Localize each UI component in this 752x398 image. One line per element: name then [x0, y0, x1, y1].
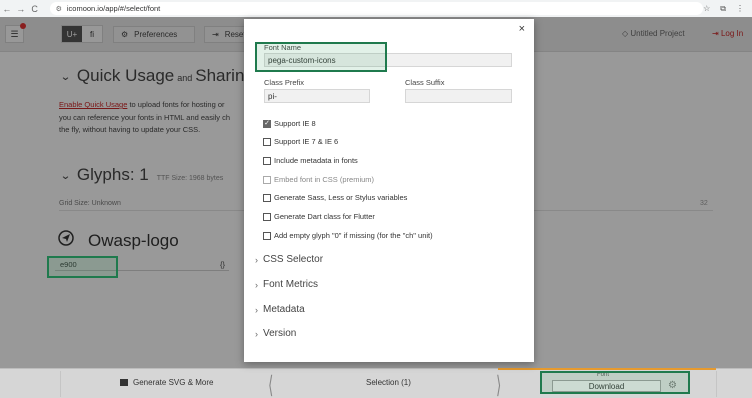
option-label: Support IE 7 & IE 6: [274, 137, 339, 146]
chevron-right-icon: ›: [255, 304, 258, 315]
section-label: Metadata: [263, 304, 305, 315]
class-prefix-label: Class Prefix: [264, 78, 305, 87]
close-icon[interactable]: ×: [519, 23, 525, 35]
generate-label: Generate SVG & More: [133, 378, 214, 387]
option-embed-font: Embed font in CSS (premium): [263, 175, 374, 184]
browser-toolbar: ← → C ⚙ icomoon.io/app/#/select/font ☆ ⧉…: [0, 0, 752, 17]
section-metadata[interactable]: › Metadata: [255, 304, 305, 315]
chevron-right-icon: ›: [255, 279, 258, 290]
section-label: Version: [263, 328, 297, 339]
class-prefix-input[interactable]: [264, 89, 370, 103]
class-suffix-label: Class Suffix: [405, 78, 445, 87]
option-generate-sass[interactable]: Generate Sass, Less or Stylus variables: [263, 193, 407, 202]
option-label: Embed font in CSS (premium): [274, 175, 375, 184]
option-label: Add empty glyph "0" if missing (for the …: [274, 231, 433, 240]
address-bar[interactable]: ⚙ icomoon.io/app/#/select/font: [49, 2, 704, 15]
active-tab-indicator: [498, 368, 716, 370]
section-label: Font Metrics: [263, 279, 319, 290]
checkbox[interactable]: [263, 137, 271, 146]
option-support-ie7[interactable]: Support IE 7 & IE 6: [263, 137, 338, 146]
highlight-box: [47, 256, 118, 278]
bookmark-star-icon[interactable]: ☆: [703, 4, 710, 14]
option-include-metadata[interactable]: Include metadata in fonts: [263, 156, 358, 165]
option-generate-dart[interactable]: Generate Dart class for Flutter: [263, 212, 375, 221]
url-text: icomoon.io/app/#/select/font: [66, 4, 161, 13]
font-preferences-modal: × Font Name Class Prefix Class Suffix ✓ …: [244, 19, 534, 362]
option-label: Support IE 8: [274, 119, 316, 128]
class-suffix-input[interactable]: [405, 89, 512, 103]
footer-divider: [60, 371, 61, 397]
checkbox[interactable]: ✓: [263, 119, 271, 128]
option-label: Generate Sass, Less or Stylus variables: [274, 193, 408, 202]
section-label: CSS Selector: [263, 254, 324, 265]
chevron-right-icon: ›: [255, 328, 258, 339]
chevron-right-icon: ›: [255, 254, 258, 265]
generate-svg-button[interactable]: Generate SVG & More: [120, 378, 213, 387]
section-font-metrics[interactable]: › Font Metrics: [255, 279, 318, 290]
checkbox[interactable]: [263, 193, 271, 202]
browser-menu-icon[interactable]: ⋮: [736, 4, 744, 14]
option-support-ie8[interactable]: ✓ Support IE 8: [263, 119, 316, 128]
option-label: Generate Dart class for Flutter: [274, 212, 375, 221]
checkbox[interactable]: [263, 156, 271, 165]
section-css-selector[interactable]: › CSS Selector: [255, 254, 323, 265]
highlight-box: [540, 371, 690, 394]
checkbox[interactable]: [263, 212, 271, 221]
reload-icon[interactable]: C: [28, 4, 42, 14]
chevron-left-icon[interactable]: ⟨: [268, 371, 273, 398]
extensions-icon[interactable]: ⧉: [720, 4, 726, 14]
checkbox: [263, 175, 271, 184]
back-icon[interactable]: ←: [0, 4, 14, 14]
selection-count[interactable]: Selection (1): [366, 378, 411, 387]
forward-icon[interactable]: →: [14, 4, 28, 14]
option-label: Include metadata in fonts: [274, 156, 358, 165]
site-info-icon[interactable]: ⚙: [56, 5, 62, 13]
section-version[interactable]: › Version: [255, 328, 296, 339]
footer-divider: [716, 371, 717, 397]
image-icon: [120, 379, 128, 386]
highlight-box: [255, 42, 387, 72]
chevron-right-icon[interactable]: ⟩: [496, 371, 501, 398]
option-empty-glyph[interactable]: Add empty glyph "0" if missing (for the …: [263, 231, 433, 240]
checkbox[interactable]: [263, 231, 271, 240]
